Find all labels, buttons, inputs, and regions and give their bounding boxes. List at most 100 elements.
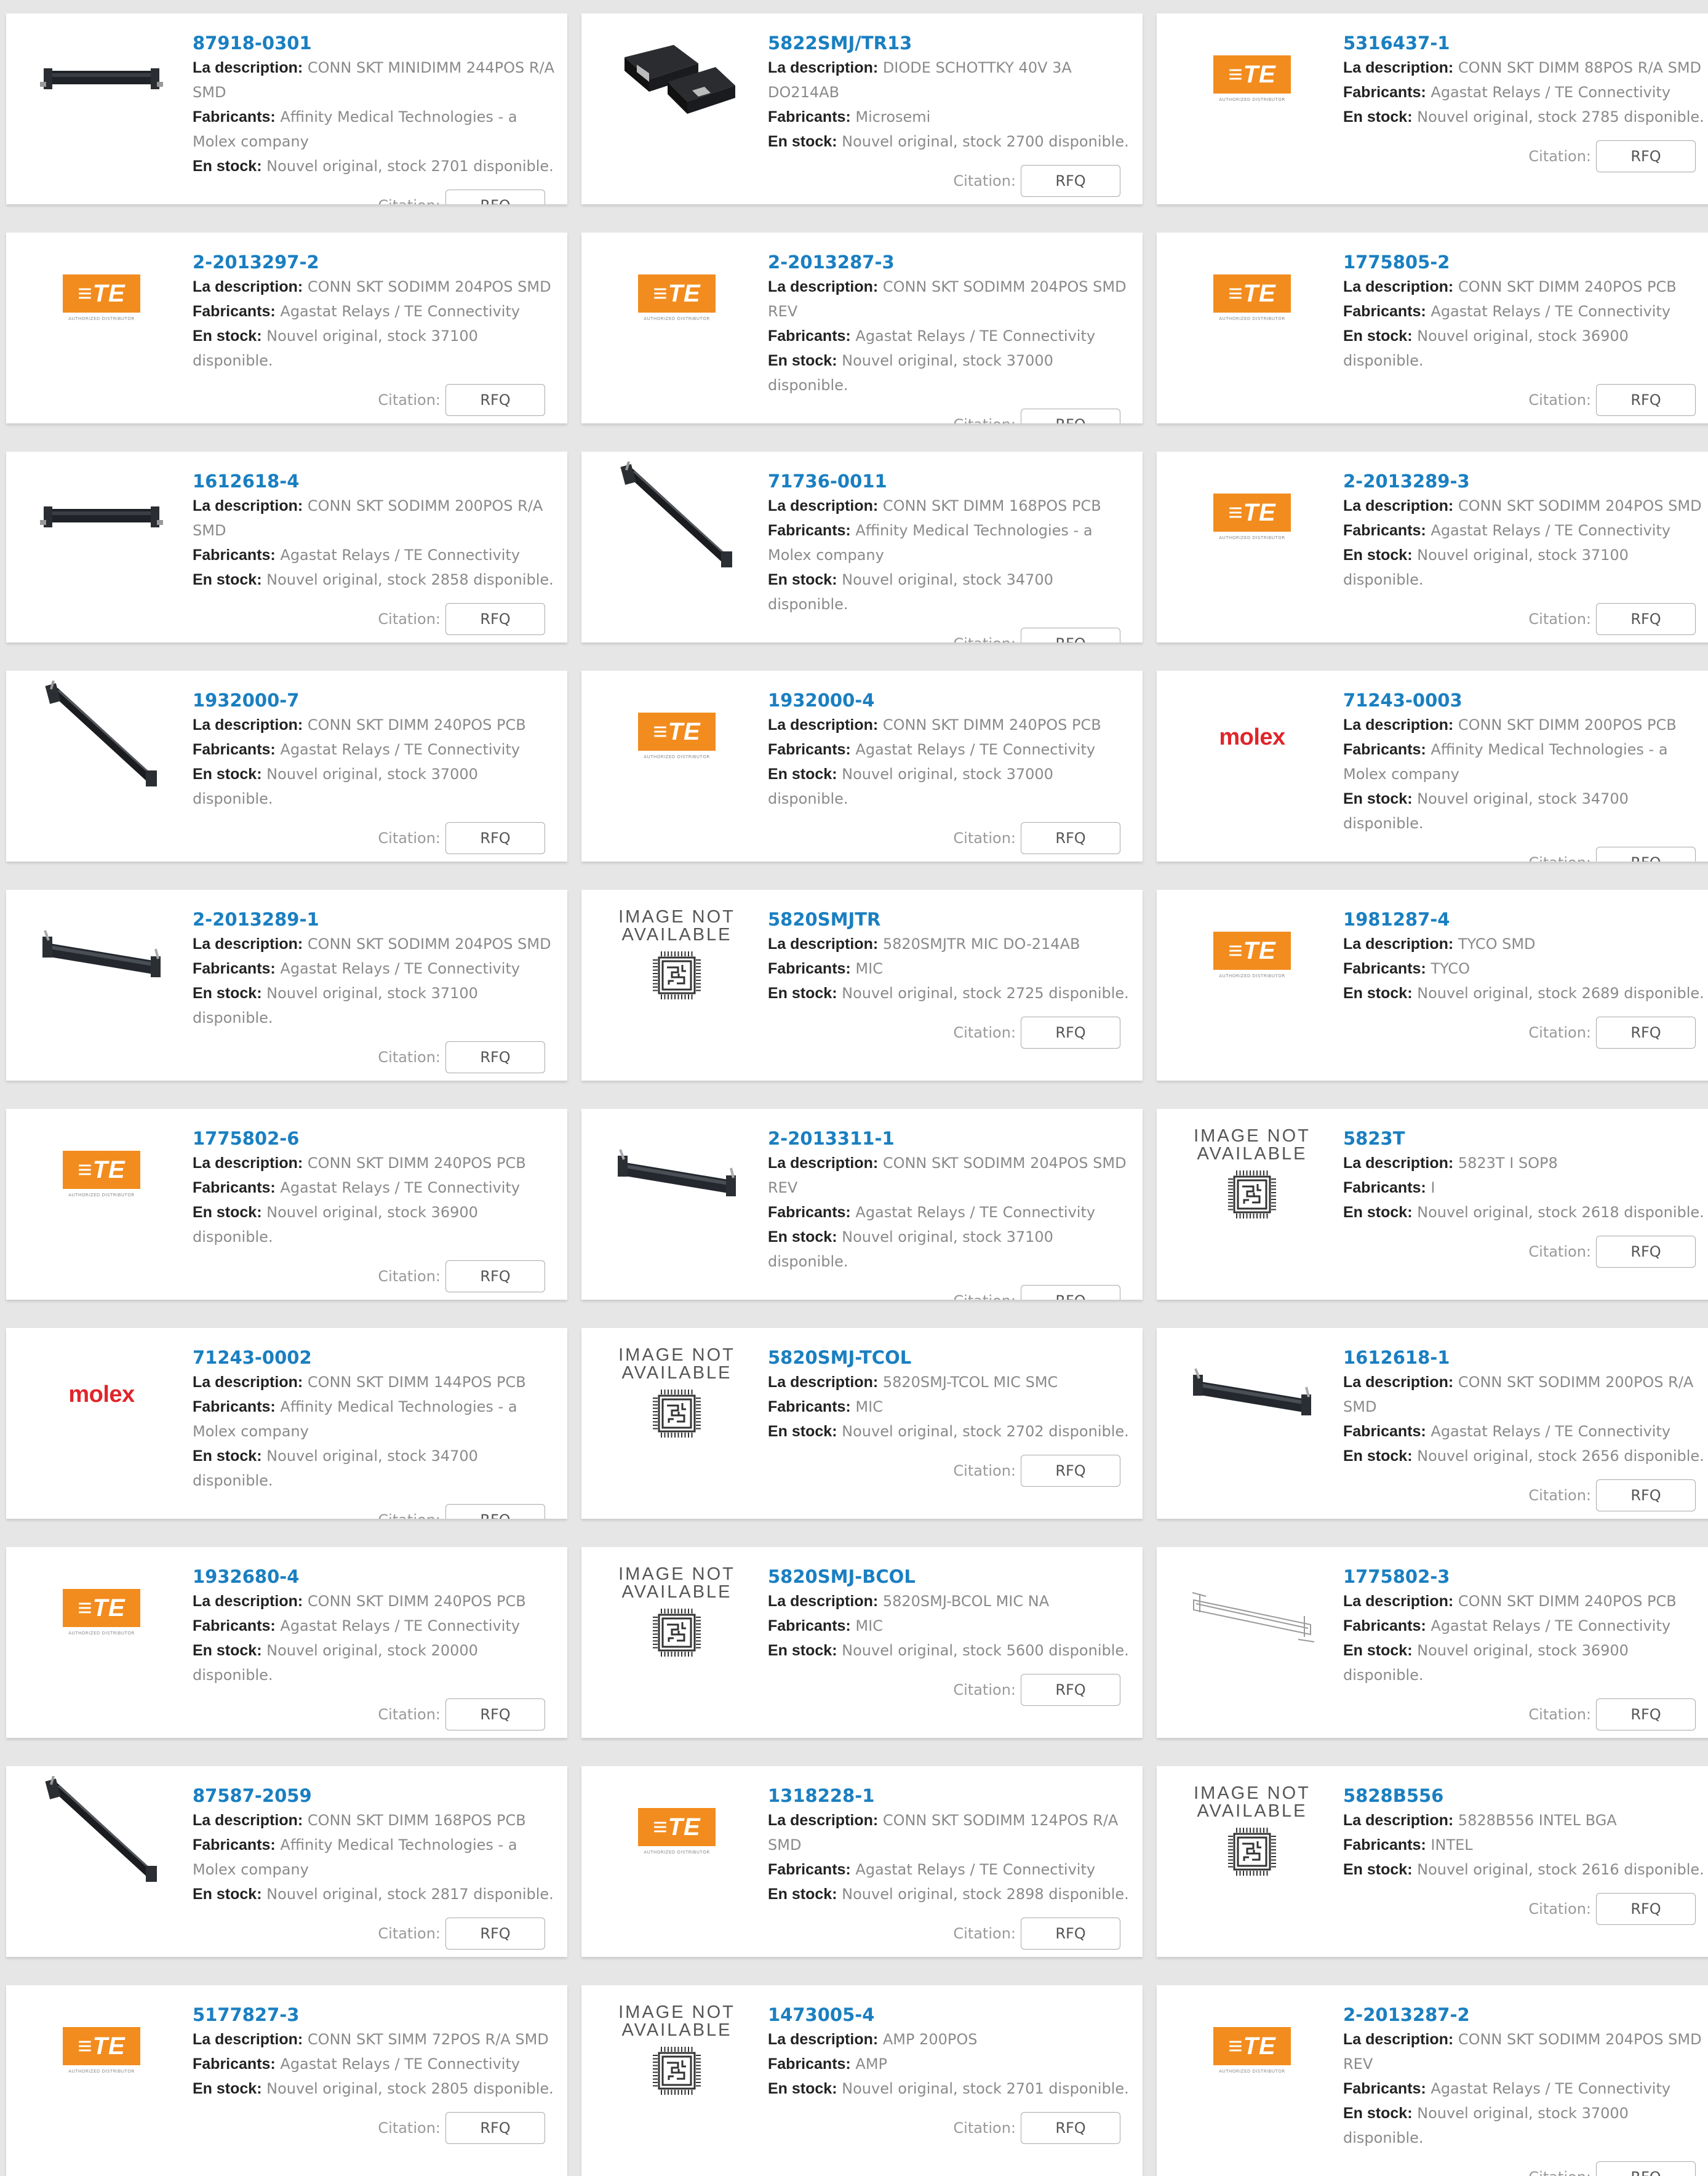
part-number-link[interactable]: 5820SMJ-TCOL	[768, 1345, 1143, 1370]
rfq-button[interactable]: RFQ	[445, 1698, 545, 1730]
rfq-button[interactable]: RFQ	[1021, 822, 1120, 854]
product-thumbnail[interactable]: ≡TE AUTHORIZED DISTRIBUTOR	[600, 688, 754, 786]
rfq-button[interactable]: RFQ	[1596, 603, 1696, 635]
part-number-link[interactable]: 1612618-1	[1343, 1345, 1708, 1370]
product-thumbnail[interactable]: ≡TE AUTHORIZED DISTRIBUTOR	[25, 250, 178, 348]
rfq-button[interactable]: RFQ	[1596, 2161, 1696, 2176]
rfq-button[interactable]: RFQ	[1021, 409, 1120, 423]
product-thumbnail[interactable]	[25, 907, 178, 1006]
part-number-link[interactable]: 2-2013289-1	[193, 907, 567, 932]
product-thumbnail[interactable]	[1175, 1345, 1329, 1444]
product-thumbnail[interactable]	[600, 461, 754, 567]
rfq-button[interactable]: RFQ	[1596, 1698, 1696, 1730]
description-value: AMP 200POS	[882, 2031, 978, 2048]
part-number-link[interactable]: 1775802-6	[193, 1126, 567, 1151]
product-thumbnail[interactable]: ≡TE AUTHORIZED DISTRIBUTOR	[25, 1564, 178, 1663]
rfq-button[interactable]: RFQ	[445, 1918, 545, 1950]
product-thumbnail[interactable]	[25, 1775, 178, 1882]
rfq-button[interactable]: RFQ	[1596, 1893, 1696, 1925]
part-number-link[interactable]: 2-2013287-2	[1343, 2002, 1708, 2027]
product-thumbnail[interactable]: ≡TE AUTHORIZED DISTRIBUTOR	[25, 1126, 178, 1225]
rfq-button[interactable]: RFQ	[1021, 1674, 1120, 1706]
rfq-button[interactable]: RFQ	[1021, 1017, 1120, 1049]
part-number-link[interactable]: 2-2013311-1	[768, 1126, 1143, 1151]
part-number-link[interactable]: 5822SMJ/TR13	[768, 31, 1143, 55]
product-thumbnail[interactable]: IMAGE NOT AVAILABLE	[600, 907, 754, 1006]
part-number-link[interactable]: 87918-0301	[193, 31, 567, 55]
product-thumbnail[interactable]: ≡TE AUTHORIZED DISTRIBUTOR	[600, 250, 754, 348]
rfq-button[interactable]: RFQ	[445, 822, 545, 854]
part-number-link[interactable]: 1473005-4	[768, 2002, 1143, 2027]
product-thumbnail[interactable]: ≡TE AUTHORIZED DISTRIBUTOR	[1175, 907, 1329, 1006]
product-thumbnail[interactable]: IMAGE NOT AVAILABLE	[600, 2002, 754, 2101]
rfq-button[interactable]: RFQ	[445, 2112, 545, 2144]
product-thumbnail[interactable]	[25, 680, 178, 786]
te-logo-subtext: AUTHORIZED DISTRIBUTOR	[644, 316, 710, 321]
product-thumbnail[interactable]: IMAGE NOT AVAILABLE	[600, 1564, 754, 1663]
product-thumbnail[interactable]: ≡TE AUTHORIZED DISTRIBUTOR	[1175, 2002, 1329, 2101]
part-number-link[interactable]: 1775802-3	[1343, 1564, 1708, 1589]
part-number-link[interactable]: 5820SMJ-BCOL	[768, 1564, 1143, 1589]
product-thumbnail[interactable]: ≡TE AUTHORIZED DISTRIBUTOR	[25, 2002, 178, 2101]
rfq-button[interactable]: RFQ	[1021, 2112, 1120, 2144]
product-thumbnail[interactable]: ≡TE AUTHORIZED DISTRIBUTOR	[1175, 31, 1329, 129]
part-number-link[interactable]: 5177827-3	[193, 2002, 567, 2027]
part-number-link[interactable]: 71736-0011	[768, 469, 1143, 494]
rfq-button[interactable]: RFQ	[445, 1041, 545, 1073]
part-number-link[interactable]: 71243-0002	[193, 1345, 567, 1370]
rfq-button[interactable]: RFQ	[1596, 140, 1696, 172]
rfq-button[interactable]: RFQ	[1596, 1236, 1696, 1268]
description-line: La description: CONN SKT SODIMM 204POS S…	[768, 1151, 1143, 1200]
part-number-link[interactable]: 2-2013289-3	[1343, 469, 1708, 494]
product-thumbnail[interactable]	[600, 31, 754, 129]
rfq-button[interactable]: RFQ	[1596, 1017, 1696, 1049]
product-thumbnail[interactable]: IMAGE NOT AVAILABLE	[1175, 1783, 1329, 1882]
rfq-button[interactable]: RFQ	[1596, 384, 1696, 416]
product-thumbnail[interactable]: molex	[25, 1345, 178, 1444]
rfq-button[interactable]: RFQ	[1021, 165, 1120, 197]
part-number-link[interactable]: 1981287-4	[1343, 907, 1708, 932]
product-thumbnail[interactable]: molex	[1175, 688, 1329, 786]
product-thumbnail[interactable]	[1175, 1564, 1329, 1663]
part-number-link[interactable]: 1932000-7	[193, 688, 567, 713]
part-number-link[interactable]: 87587-2059	[193, 1783, 567, 1808]
rfq-button[interactable]: RFQ	[1596, 847, 1696, 862]
product-thumbnail[interactable]: ≡TE AUTHORIZED DISTRIBUTOR	[1175, 469, 1329, 567]
part-number-link[interactable]: 1932680-4	[193, 1564, 567, 1589]
product-thumbnail[interactable]	[600, 1126, 754, 1225]
rfq-button[interactable]: RFQ	[445, 1260, 545, 1292]
product-thumbnail[interactable]: ≡TE AUTHORIZED DISTRIBUTOR	[600, 1783, 754, 1882]
part-number-link[interactable]: 5828B556	[1343, 1783, 1708, 1808]
rfq-button[interactable]: RFQ	[1021, 1918, 1120, 1950]
rfq-button[interactable]: RFQ	[445, 1504, 545, 1519]
manufacturer-label: Fabricants:	[193, 741, 276, 758]
citation-label: Citation:	[378, 1049, 441, 1066]
part-number-link[interactable]: 5316437-1	[1343, 31, 1708, 55]
part-number-link[interactable]: 1318228-1	[768, 1783, 1143, 1808]
rfq-button[interactable]: RFQ	[445, 603, 545, 635]
part-number-link[interactable]: 5823T	[1343, 1126, 1708, 1151]
rfq-button[interactable]: RFQ	[445, 190, 545, 204]
description-value: CONN SKT SIMM 72POS R/A SMD	[307, 2031, 549, 2048]
rfq-button[interactable]: RFQ	[1021, 1285, 1120, 1300]
part-number-link[interactable]: 71243-0003	[1343, 688, 1708, 713]
product-thumbnail[interactable]	[25, 469, 178, 567]
description-value: CONN SKT DIMM 88POS R/A SMD	[1458, 59, 1702, 76]
part-number-link[interactable]: 2-2013297-2	[193, 250, 567, 274]
part-number-link[interactable]: 1775805-2	[1343, 250, 1708, 274]
part-number-link[interactable]: 5820SMJTR	[768, 907, 1143, 932]
rfq-button[interactable]: RFQ	[1021, 1455, 1120, 1487]
rfq-button[interactable]: RFQ	[1021, 628, 1120, 642]
product-thumbnail[interactable]: IMAGE NOT AVAILABLE	[600, 1345, 754, 1444]
part-number-link[interactable]: 1932000-4	[768, 688, 1143, 713]
part-number-link[interactable]: 1612618-4	[193, 469, 567, 494]
product-thumbnail[interactable]: IMAGE NOT AVAILABLE	[1175, 1126, 1329, 1225]
product-thumbnail[interactable]	[25, 31, 178, 129]
stock-value: Nouvel original, stock 2858 disponible.	[266, 571, 554, 588]
part-number-link[interactable]: 2-2013287-3	[768, 250, 1143, 274]
rfq-button[interactable]: RFQ	[1596, 1479, 1696, 1511]
product-info: 71243-0002 La description: CONN SKT DIMM …	[193, 1345, 567, 1519]
rfq-button[interactable]: RFQ	[445, 384, 545, 416]
product-thumbnail[interactable]: ≡TE AUTHORIZED DISTRIBUTOR	[1175, 250, 1329, 348]
stock-line: En stock: Nouvel original, stock 37000 d…	[193, 762, 567, 811]
